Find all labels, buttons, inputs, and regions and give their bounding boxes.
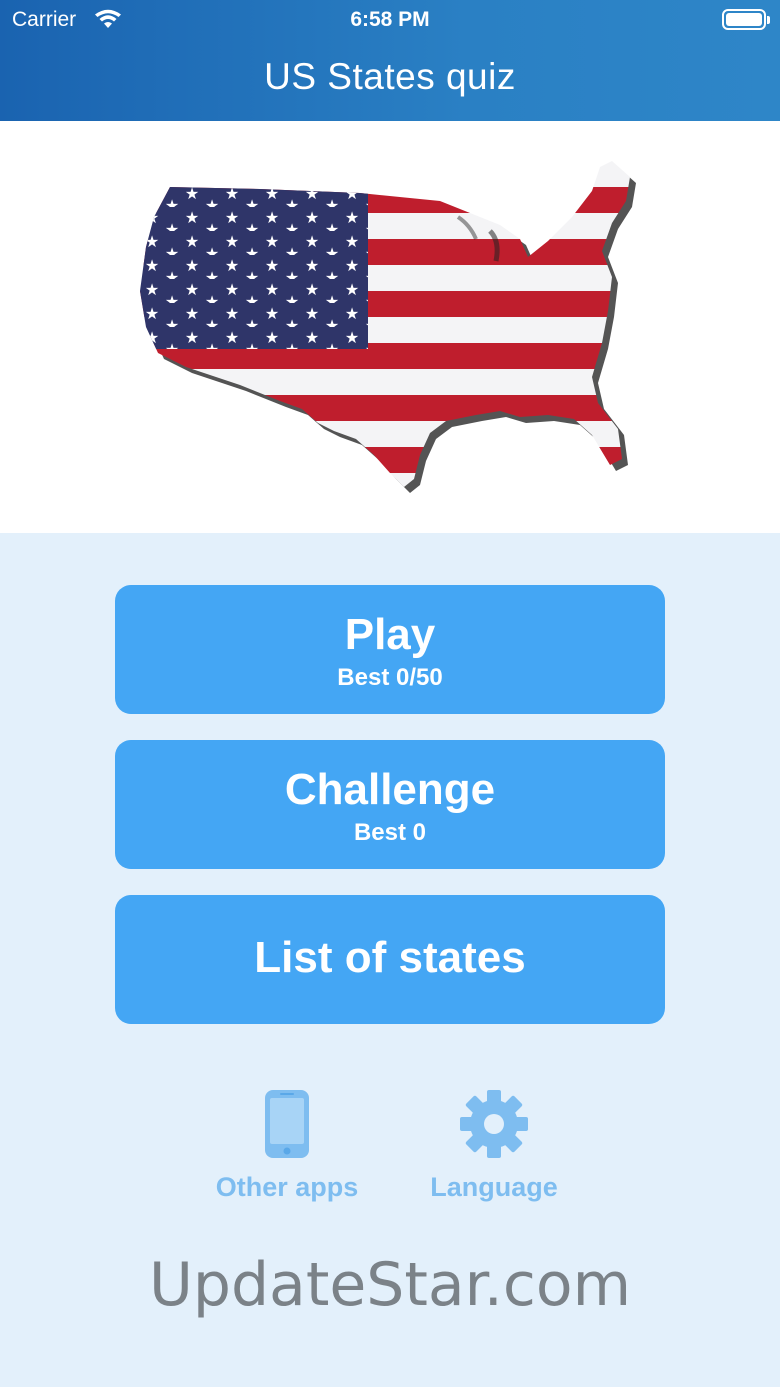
list-of-states-button[interactable]: List of states [115, 895, 665, 1024]
status-time: 6:58 PM [350, 8, 430, 31]
hero-banner: ★ ★ [0, 121, 780, 533]
watermark: UpdateStar.com [148, 1250, 632, 1320]
status-bar: Carrier 6:58 PM [0, 0, 780, 40]
challenge-best-score: Best 0 [353, 819, 427, 846]
play-label: Play [344, 610, 436, 659]
phone-icon [265, 1090, 309, 1158]
list-of-states-label: List of states [254, 933, 526, 982]
language-button[interactable]: Language [399, 1088, 589, 1203]
battery-icon [722, 9, 770, 30]
challenge-button[interactable]: Challenge Best 0 [115, 740, 665, 869]
other-apps-button[interactable]: Other apps [192, 1088, 382, 1203]
play-best-score: Best 0/50 [337, 664, 443, 691]
gear-icon [460, 1090, 528, 1158]
language-label: Language [430, 1172, 558, 1202]
us-flag-map-icon: ★ ★ [140, 161, 636, 493]
play-button[interactable]: Play Best 0/50 [115, 585, 665, 714]
challenge-label: Challenge [284, 765, 496, 814]
page-title: US States quiz [264, 56, 516, 97]
other-apps-label: Other apps [215, 1172, 359, 1202]
top-bar: Carrier 6:58 PM US States quiz [0, 0, 780, 121]
